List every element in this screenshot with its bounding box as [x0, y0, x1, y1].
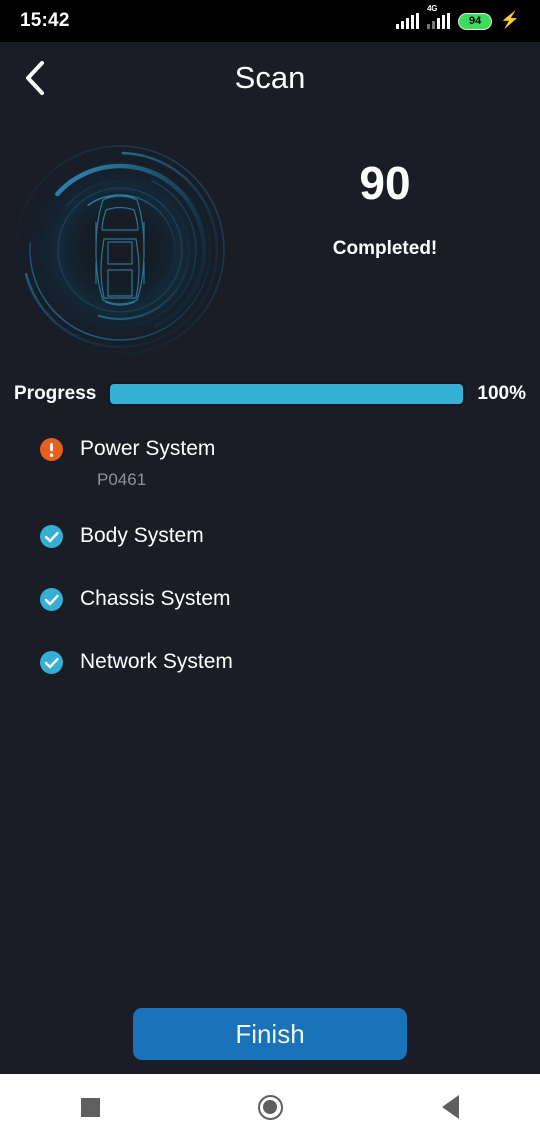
network-type-label: 4G	[427, 4, 438, 13]
status-bar-icons: 4G 94 ⚡	[396, 4, 520, 30]
status-bar-clock: 15:42	[20, 10, 70, 31]
system-row-label: Power System	[80, 437, 216, 460]
check-circle-icon	[40, 650, 63, 674]
back-button[interactable]	[0, 42, 70, 114]
system-row[interactable]: Network System	[40, 641, 500, 683]
signal-bars-4g-icon: 4G	[427, 4, 451, 29]
progress-bar	[108, 382, 466, 406]
scan-hero: 90 Completed!	[0, 120, 540, 370]
status-bar: 15:42 4G 94 ⚡	[0, 0, 540, 42]
battery-percent-label: 94	[468, 15, 482, 27]
system-row-label: Body System	[80, 524, 204, 547]
battery-icon: 94	[458, 12, 493, 30]
check-circle-icon	[40, 587, 63, 611]
home-button[interactable]	[235, 1074, 305, 1140]
scan-stats: 90 Completed!	[290, 160, 480, 260]
finish-button[interactable]: Finish	[133, 1008, 407, 1060]
system-row[interactable]: Body System	[40, 515, 500, 557]
progress-label: Progress	[14, 383, 97, 404]
signal-bars-icon	[396, 13, 420, 29]
nav-back-button[interactable]	[415, 1074, 485, 1140]
phone-screen: 15:42 4G 94 ⚡ Scan 90 Completed! Progres…	[0, 0, 540, 1140]
android-nav-bar	[0, 1074, 540, 1140]
progress-row: Progress 100%	[0, 378, 540, 410]
check-circle-icon	[40, 524, 63, 548]
scan-status-text: Completed!	[332, 238, 438, 259]
charging-bolt-icon: ⚡	[500, 12, 520, 29]
triangle-back-icon	[441, 1095, 459, 1119]
scan-count: 90	[359, 157, 411, 209]
progress-bar-fill	[110, 384, 464, 404]
chevron-left-icon	[26, 61, 44, 95]
system-row[interactable]: Chassis System	[40, 578, 500, 620]
square-recents-icon	[80, 1097, 100, 1117]
system-row[interactable]: Power System	[40, 428, 500, 470]
system-fault-code: P0461	[97, 470, 147, 489]
recents-button[interactable]	[55, 1074, 125, 1140]
circle-home-icon	[257, 1094, 283, 1120]
system-list: Power System P0461 Body System Chassis Syst…	[0, 428, 540, 683]
app-bar: Scan	[0, 42, 540, 114]
warning-circle-icon	[40, 437, 63, 461]
page-title: Scan	[234, 60, 306, 95]
system-row-label: Network System	[80, 650, 233, 673]
radar-car-scan-icon	[8, 138, 233, 363]
progress-percent-label: 100%	[477, 383, 526, 404]
system-row-label: Chassis System	[80, 587, 231, 610]
